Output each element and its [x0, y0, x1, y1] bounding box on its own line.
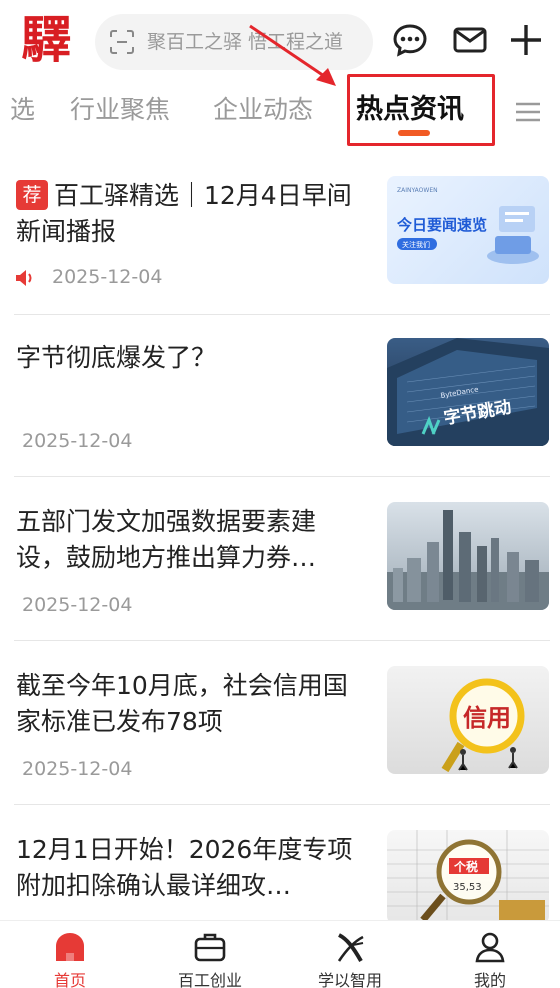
user-icon — [475, 932, 505, 963]
briefcase-icon — [194, 933, 226, 962]
app-logo[interactable]: 驛 — [14, 8, 78, 72]
plus-icon[interactable] — [508, 22, 544, 58]
news-title[interactable]: 五部门发文加强数据要素建设，鼓励地方推出算力券… — [16, 504, 362, 576]
speaker-icon[interactable] — [14, 268, 36, 288]
thumb-follow: 关注我们 — [402, 240, 430, 249]
nav-startup-label: 百工创业 — [177, 971, 242, 988]
thumb-number: 35,53 — [453, 882, 482, 893]
divider — [14, 640, 550, 641]
news-date: 2025-12-04 — [22, 758, 133, 780]
news-thumbnail[interactable] — [387, 502, 549, 610]
divider — [14, 804, 550, 805]
nav-profile-label: 我的 — [473, 971, 506, 988]
divider — [14, 476, 550, 477]
nav-startup[interactable]: 百工创业 — [140, 921, 280, 988]
bottom-navigation: 首页 百工创业 学以智用 我的 — [0, 920, 560, 988]
recommend-badge: 荐 — [16, 180, 48, 210]
thumb-headline: 个税 — [453, 859, 478, 874]
news-title-text: 百工驿精选｜12月4日早间新闻播报 — [16, 181, 352, 246]
nav-learning-label: 学以智用 — [317, 971, 382, 988]
news-thumbnail[interactable]: 个税 35,53 — [387, 830, 549, 924]
nav-profile[interactable]: 我的 — [420, 921, 560, 988]
scan-icon[interactable] — [109, 29, 135, 55]
thumb-brand: ZAINYAOWEN — [397, 187, 438, 194]
logo-x-icon — [337, 933, 364, 962]
nav-home-label: 首页 — [53, 971, 86, 988]
news-date: 2025-12-04 — [52, 266, 163, 288]
news-thumbnail[interactable]: 信用 — [387, 666, 549, 774]
news-thumbnail[interactable]: ByteDance 字节跳动 — [387, 338, 549, 446]
mail-icon[interactable] — [452, 22, 488, 58]
thumb-headline: 今日要闻速览 — [396, 216, 487, 234]
chat-icon[interactable] — [392, 22, 428, 58]
annotation-highlight-box — [347, 74, 495, 146]
news-title[interactable]: 12月1日开始！2026年度专项附加扣除确认最详细攻… — [16, 832, 362, 904]
divider — [14, 314, 550, 315]
news-title[interactable]: 荐百工驿精选｜12月4日早间新闻播报 — [16, 178, 362, 250]
tab-industry-focus[interactable]: 行业聚焦 — [70, 84, 170, 136]
news-date: 2025-12-04 — [22, 594, 133, 616]
news-title[interactable]: 截至今年10月底，社会信用国家标准已发布78项 — [16, 668, 362, 740]
news-date: 2025-12-04 — [22, 430, 133, 452]
nav-home[interactable]: 首页 — [0, 921, 140, 988]
thumb-headline: 信用 — [463, 704, 511, 732]
news-title[interactable]: 字节彻底爆发了？ — [16, 340, 362, 376]
tab-featured[interactable]: 选 — [10, 84, 35, 136]
tab-company-news[interactable]: 企业动态 — [213, 84, 313, 136]
menu-icon[interactable] — [514, 100, 542, 124]
nav-learning[interactable]: 学以智用 — [280, 921, 420, 988]
annotation-arrow — [249, 24, 336, 86]
news-thumbnail[interactable]: ZAINYAOWEN 今日要闻速览 关注我们 — [387, 176, 549, 284]
home-icon — [56, 933, 84, 961]
header: 驛 — [0, 0, 560, 86]
